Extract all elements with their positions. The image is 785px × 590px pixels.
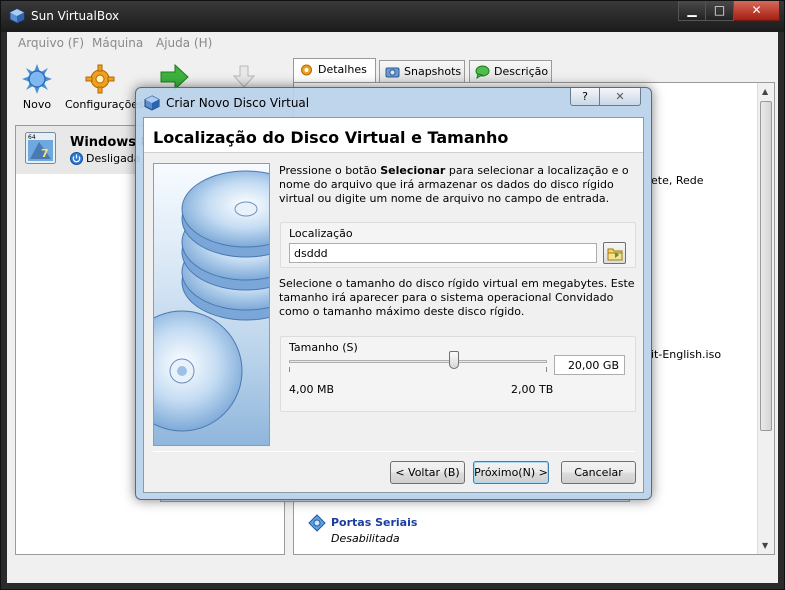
- window-title: Sun VirtualBox: [31, 9, 120, 23]
- windows7-64bit-icon: 7 64: [25, 132, 56, 164]
- size-slider-thumb[interactable]: [449, 351, 460, 369]
- new-sun-icon: [22, 64, 52, 94]
- dialog-header: Localização do Disco Virtual e Tamanho: [144, 118, 643, 153]
- location-description: Pressione o botão Selecionar para seleci…: [279, 164, 644, 206]
- menu-bar: Arquivo (F) Máquina Ajuda (H): [7, 32, 778, 54]
- location-label: Localização: [289, 227, 353, 240]
- back-button[interactable]: < Voltar (B): [390, 461, 465, 484]
- menu-arquivo[interactable]: Arquivo (F): [18, 36, 84, 50]
- location-description-bold: Selecionar: [380, 164, 446, 177]
- scroll-thumb[interactable]: [760, 101, 772, 431]
- new-vm-button[interactable]: Novo: [17, 64, 57, 111]
- close-button[interactable]: ✕: [734, 1, 780, 21]
- discs-icon: [154, 170, 269, 432]
- disk-illustration: [153, 163, 270, 446]
- settings-label: Configurações: [65, 98, 144, 111]
- size-description: Selecione o tamanho do disco rígido virt…: [279, 277, 635, 318]
- power-off-icon: [70, 152, 83, 165]
- dialog-heading: Localização do Disco Virtual e Tamanho: [153, 128, 509, 147]
- dialog-title: Criar Novo Disco Virtual: [166, 96, 310, 110]
- details-network-fragment: ete, Rede: [651, 174, 704, 187]
- create-virtual-disk-dialog: Criar Novo Disco Virtual ? ✕ Localização…: [135, 87, 652, 500]
- size-max-label: 2,00 TB: [511, 383, 554, 396]
- tab-details[interactable]: Detalhes: [293, 58, 376, 83]
- size-min-label: 4,00 MB: [289, 383, 335, 396]
- size-input[interactable]: 20,00 GB: [554, 355, 625, 375]
- details-scrollbar[interactable]: ▲ ▼: [757, 83, 774, 554]
- svg-text:64: 64: [28, 134, 36, 141]
- menu-ajuda[interactable]: Ajuda (H): [156, 36, 212, 50]
- maximize-button[interactable]: □: [706, 1, 734, 21]
- select-location-button[interactable]: [603, 242, 626, 264]
- dialog-body: Localização do Disco Virtual e Tamanho P…: [143, 117, 644, 493]
- scroll-up-icon[interactable]: ▲: [762, 87, 768, 96]
- settings-button[interactable]: Configurações: [65, 64, 144, 111]
- new-vm-label: Novo: [22, 98, 52, 111]
- dialog-titlebar[interactable]: Criar Novo Disco Virtual ? ✕: [136, 88, 651, 116]
- svg-text:7: 7: [41, 147, 49, 160]
- tab-description[interactable]: Descrição: [469, 60, 552, 83]
- tab-description-label: Descrição: [494, 65, 549, 78]
- dialog-separator: [153, 451, 635, 452]
- tab-snapshots-label: Snapshots: [404, 65, 462, 78]
- scroll-down-icon[interactable]: ▼: [762, 541, 768, 550]
- virtualbox-app-icon: [144, 95, 160, 111]
- gear-icon: [85, 64, 115, 94]
- folder-icon: [607, 248, 623, 261]
- speech-bubble-icon: [475, 65, 490, 79]
- serial-ports-value: Desabilitada: [331, 532, 400, 545]
- window-controls: ▁ □ ✕: [678, 1, 780, 23]
- camera-icon: [385, 67, 400, 78]
- menu-maquina[interactable]: Máquina: [92, 36, 143, 50]
- size-group: Tamanho (S) 20,00 GB 4,00 MB 2,00 TB: [280, 336, 636, 412]
- size-slider-track[interactable]: [289, 360, 547, 363]
- size-label: Tamanho (S): [289, 341, 358, 354]
- main-titlebar[interactable]: Sun VirtualBox ▁ □ ✕: [1, 1, 784, 32]
- serial-ports-title[interactable]: Portas Seriais: [331, 516, 417, 529]
- virtualbox-app-icon: [9, 8, 25, 24]
- gear-icon: [301, 64, 312, 76]
- next-button[interactable]: Próximo(N) >: [473, 461, 549, 484]
- vm-state: Desligada: [86, 152, 141, 165]
- tab-details-label: Detalhes: [318, 63, 367, 76]
- minimize-button[interactable]: ▁: [678, 1, 706, 21]
- location-input[interactable]: dsddd: [289, 243, 597, 263]
- tab-snapshots[interactable]: Snapshots: [379, 60, 465, 83]
- details-iso-fragment: it-English.iso: [651, 348, 722, 361]
- dialog-help-button[interactable]: ?: [570, 88, 600, 106]
- location-group: Localização dsddd: [280, 222, 636, 268]
- status-bar: [7, 560, 778, 583]
- cancel-button[interactable]: Cancelar: [561, 461, 636, 484]
- location-description-part1: Pressione o botão: [279, 164, 381, 177]
- dialog-close-button[interactable]: ✕: [600, 88, 641, 106]
- size-slider-ticks: [289, 367, 547, 372]
- serial-port-icon: [308, 514, 326, 532]
